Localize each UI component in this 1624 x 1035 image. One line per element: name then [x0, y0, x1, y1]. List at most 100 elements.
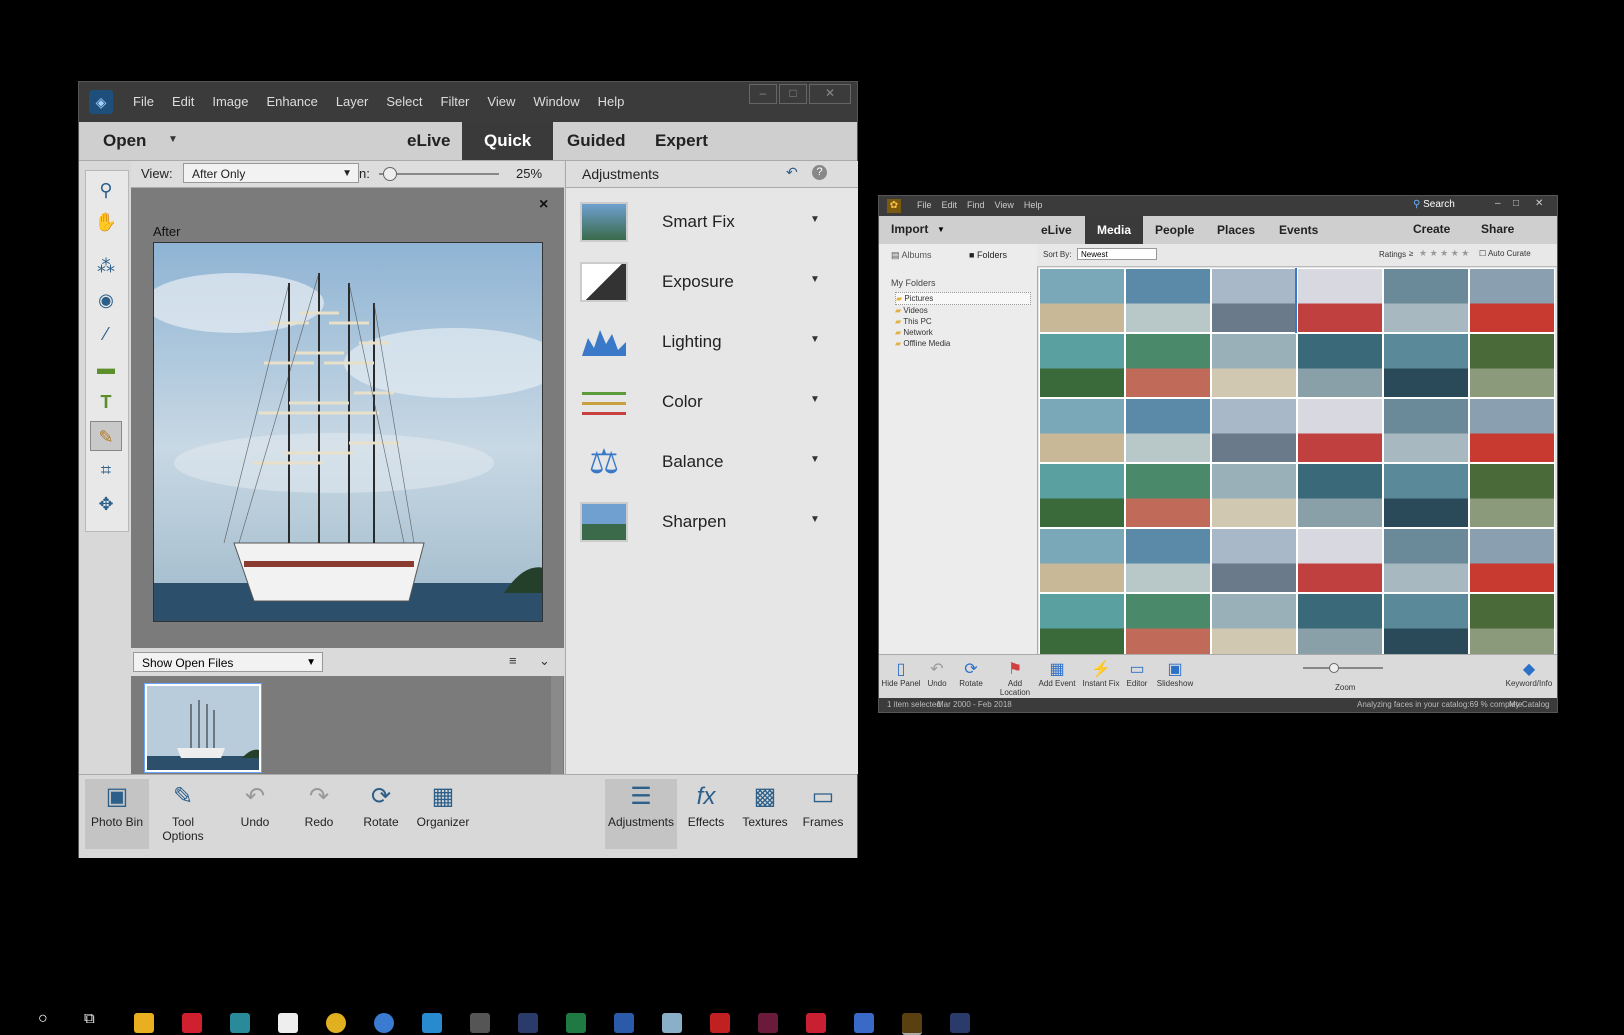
app-eraser-icon[interactable]: [662, 1013, 682, 1033]
minimize-button[interactable]: –: [749, 84, 777, 104]
create-button[interactable]: Create: [1413, 222, 1450, 236]
frames-button[interactable]: ▭ Frames: [795, 779, 851, 849]
folders-tab[interactable]: ■ Folders: [969, 250, 1007, 260]
file-explorer-icon[interactable]: [134, 1013, 154, 1033]
folder-this-pc[interactable]: ▰ This PC: [895, 316, 1031, 327]
org-tab-elive[interactable]: eLive: [1029, 216, 1084, 244]
org-menu-file[interactable]: File: [917, 200, 932, 210]
media-thumbnail[interactable]: [1039, 593, 1125, 654]
media-thumbnail[interactable]: [1469, 463, 1555, 528]
import-chevron-icon[interactable]: ▼: [937, 225, 945, 234]
ship-thumbnail[interactable]: [145, 684, 261, 772]
adj-exposure[interactable]: Exposure ▼: [566, 254, 858, 314]
org-menu-find[interactable]: Find: [967, 200, 985, 210]
app-maroon-icon[interactable]: [758, 1013, 778, 1033]
media-thumbnail[interactable]: [1125, 268, 1211, 333]
menu-file[interactable]: File: [133, 94, 154, 109]
media-thumbnail[interactable]: [1469, 528, 1555, 593]
media-thumbnail[interactable]: [1039, 463, 1125, 528]
media-thumbnail[interactable]: [1039, 398, 1125, 463]
menu-view[interactable]: View: [487, 94, 515, 109]
help-icon[interactable]: ?: [812, 165, 827, 180]
tab-elive[interactable]: eLive: [385, 122, 472, 160]
adj-lighting[interactable]: Lighting ▼: [566, 314, 858, 374]
spot-healing-tool-icon[interactable]: ✎: [90, 421, 122, 451]
zoom-slider-handle[interactable]: [382, 167, 397, 181]
auto-curate-checkbox[interactable]: ☐ Auto Curate: [1479, 249, 1531, 258]
media-thumbnail[interactable]: [1211, 333, 1297, 398]
app-shield-icon[interactable]: [230, 1013, 250, 1033]
menu-image[interactable]: Image: [212, 94, 248, 109]
zoom-tool-icon[interactable]: ⚲: [90, 175, 122, 205]
add-event-button[interactable]: ▦ Add Event: [1035, 659, 1079, 688]
keyword-info-button[interactable]: ◆ Keyword/Info: [1503, 659, 1555, 688]
media-thumbnail[interactable]: [1383, 463, 1469, 528]
org-menu-view[interactable]: View: [995, 200, 1014, 210]
media-thumbnail[interactable]: [1469, 398, 1555, 463]
move-tool-icon[interactable]: ✥: [90, 489, 122, 519]
close-window-button[interactable]: ✕: [809, 84, 851, 104]
adj-color[interactable]: Color ▼: [566, 374, 858, 434]
whiten-teeth-tool-icon[interactable]: ⁄: [90, 319, 122, 349]
effects-button[interactable]: fx Effects: [679, 779, 733, 849]
view-select[interactable]: After Only ▼: [183, 163, 359, 183]
maximize-button[interactable]: □: [779, 84, 807, 104]
media-thumbnail[interactable]: [1383, 333, 1469, 398]
quick-selection-tool-icon[interactable]: ⁂: [90, 251, 122, 281]
media-thumbnail[interactable]: [1125, 593, 1211, 654]
media-thumbnail[interactable]: [1125, 528, 1211, 593]
redo-button[interactable]: ↷ Redo: [287, 779, 351, 849]
menu-enhance[interactable]: Enhance: [267, 94, 318, 109]
albums-tab[interactable]: ▤ Albums: [891, 250, 932, 261]
app-p-icon[interactable]: [422, 1013, 442, 1033]
media-thumbnail[interactable]: [1297, 398, 1383, 463]
folder-offline-media[interactable]: ▰ Offline Media: [895, 338, 1031, 349]
add-location-button[interactable]: ⚑ Add Location: [993, 659, 1037, 697]
excel-icon[interactable]: [566, 1013, 586, 1033]
type-tool-icon[interactable]: T: [90, 387, 122, 417]
chrome-icon[interactable]: [326, 1013, 346, 1033]
org-tab-events[interactable]: Events: [1267, 216, 1330, 244]
bin-scrollbar[interactable]: [551, 676, 563, 774]
organizer-search[interactable]: ⚲ Search: [1413, 199, 1455, 210]
media-thumbnail[interactable]: [1383, 528, 1469, 593]
photoshop-elements-icon[interactable]: [518, 1013, 538, 1033]
media-thumbnail[interactable]: [1039, 333, 1125, 398]
media-thumbnail[interactable]: [1125, 463, 1211, 528]
bin-menu-icon[interactable]: ≡: [509, 653, 517, 668]
menu-select[interactable]: Select: [386, 94, 422, 109]
org-menu-edit[interactable]: Edit: [942, 200, 958, 210]
rating-stars-icon[interactable]: ★ ★ ★ ★ ★: [1419, 248, 1469, 259]
adj-sharpen[interactable]: Sharpen ▼: [566, 494, 858, 554]
media-thumbnail[interactable]: [1469, 333, 1555, 398]
media-thumbnail[interactable]: [1297, 463, 1383, 528]
close-document-button[interactable]: ×: [539, 196, 548, 214]
photo-bin-button[interactable]: ▣ Photo Bin: [85, 779, 149, 849]
app-red2-icon[interactable]: [806, 1013, 826, 1033]
dropbox-icon[interactable]: [278, 1013, 298, 1033]
sort-select[interactable]: Newest: [1077, 248, 1157, 260]
media-thumbnail[interactable]: [1383, 268, 1469, 333]
org-maximize-button[interactable]: □: [1513, 198, 1519, 209]
media-thumbnail[interactable]: [1297, 333, 1383, 398]
app-gray-icon[interactable]: [470, 1013, 490, 1033]
zoom-slider[interactable]: [379, 167, 499, 181]
slideshow-button[interactable]: ▣ Slideshow: [1153, 659, 1197, 688]
zoom-slider[interactable]: [1303, 663, 1383, 673]
folder-pictures[interactable]: ▰ Pictures: [895, 292, 1031, 305]
share-button[interactable]: Share: [1481, 222, 1514, 236]
organizer-button[interactable]: ▦ Organizer: [411, 779, 475, 849]
org-menu-help[interactable]: Help: [1024, 200, 1043, 210]
media-thumbnail[interactable]: [1211, 268, 1297, 333]
tab-quick[interactable]: Quick: [462, 122, 554, 160]
word-icon[interactable]: [614, 1013, 634, 1033]
editor-taskbar-icon[interactable]: [950, 1013, 970, 1033]
adjustments-button[interactable]: ☰ Adjustments: [605, 779, 677, 849]
open-button[interactable]: Open: [103, 131, 146, 151]
media-thumbnail[interactable]: [1383, 398, 1469, 463]
media-thumbnail[interactable]: [1297, 528, 1383, 593]
tool-options-button[interactable]: ✎ Tool Options: [151, 779, 215, 849]
search-icon[interactable]: ○: [38, 1010, 48, 1028]
app-red-icon[interactable]: [182, 1013, 202, 1033]
menu-layer[interactable]: Layer: [336, 94, 369, 109]
